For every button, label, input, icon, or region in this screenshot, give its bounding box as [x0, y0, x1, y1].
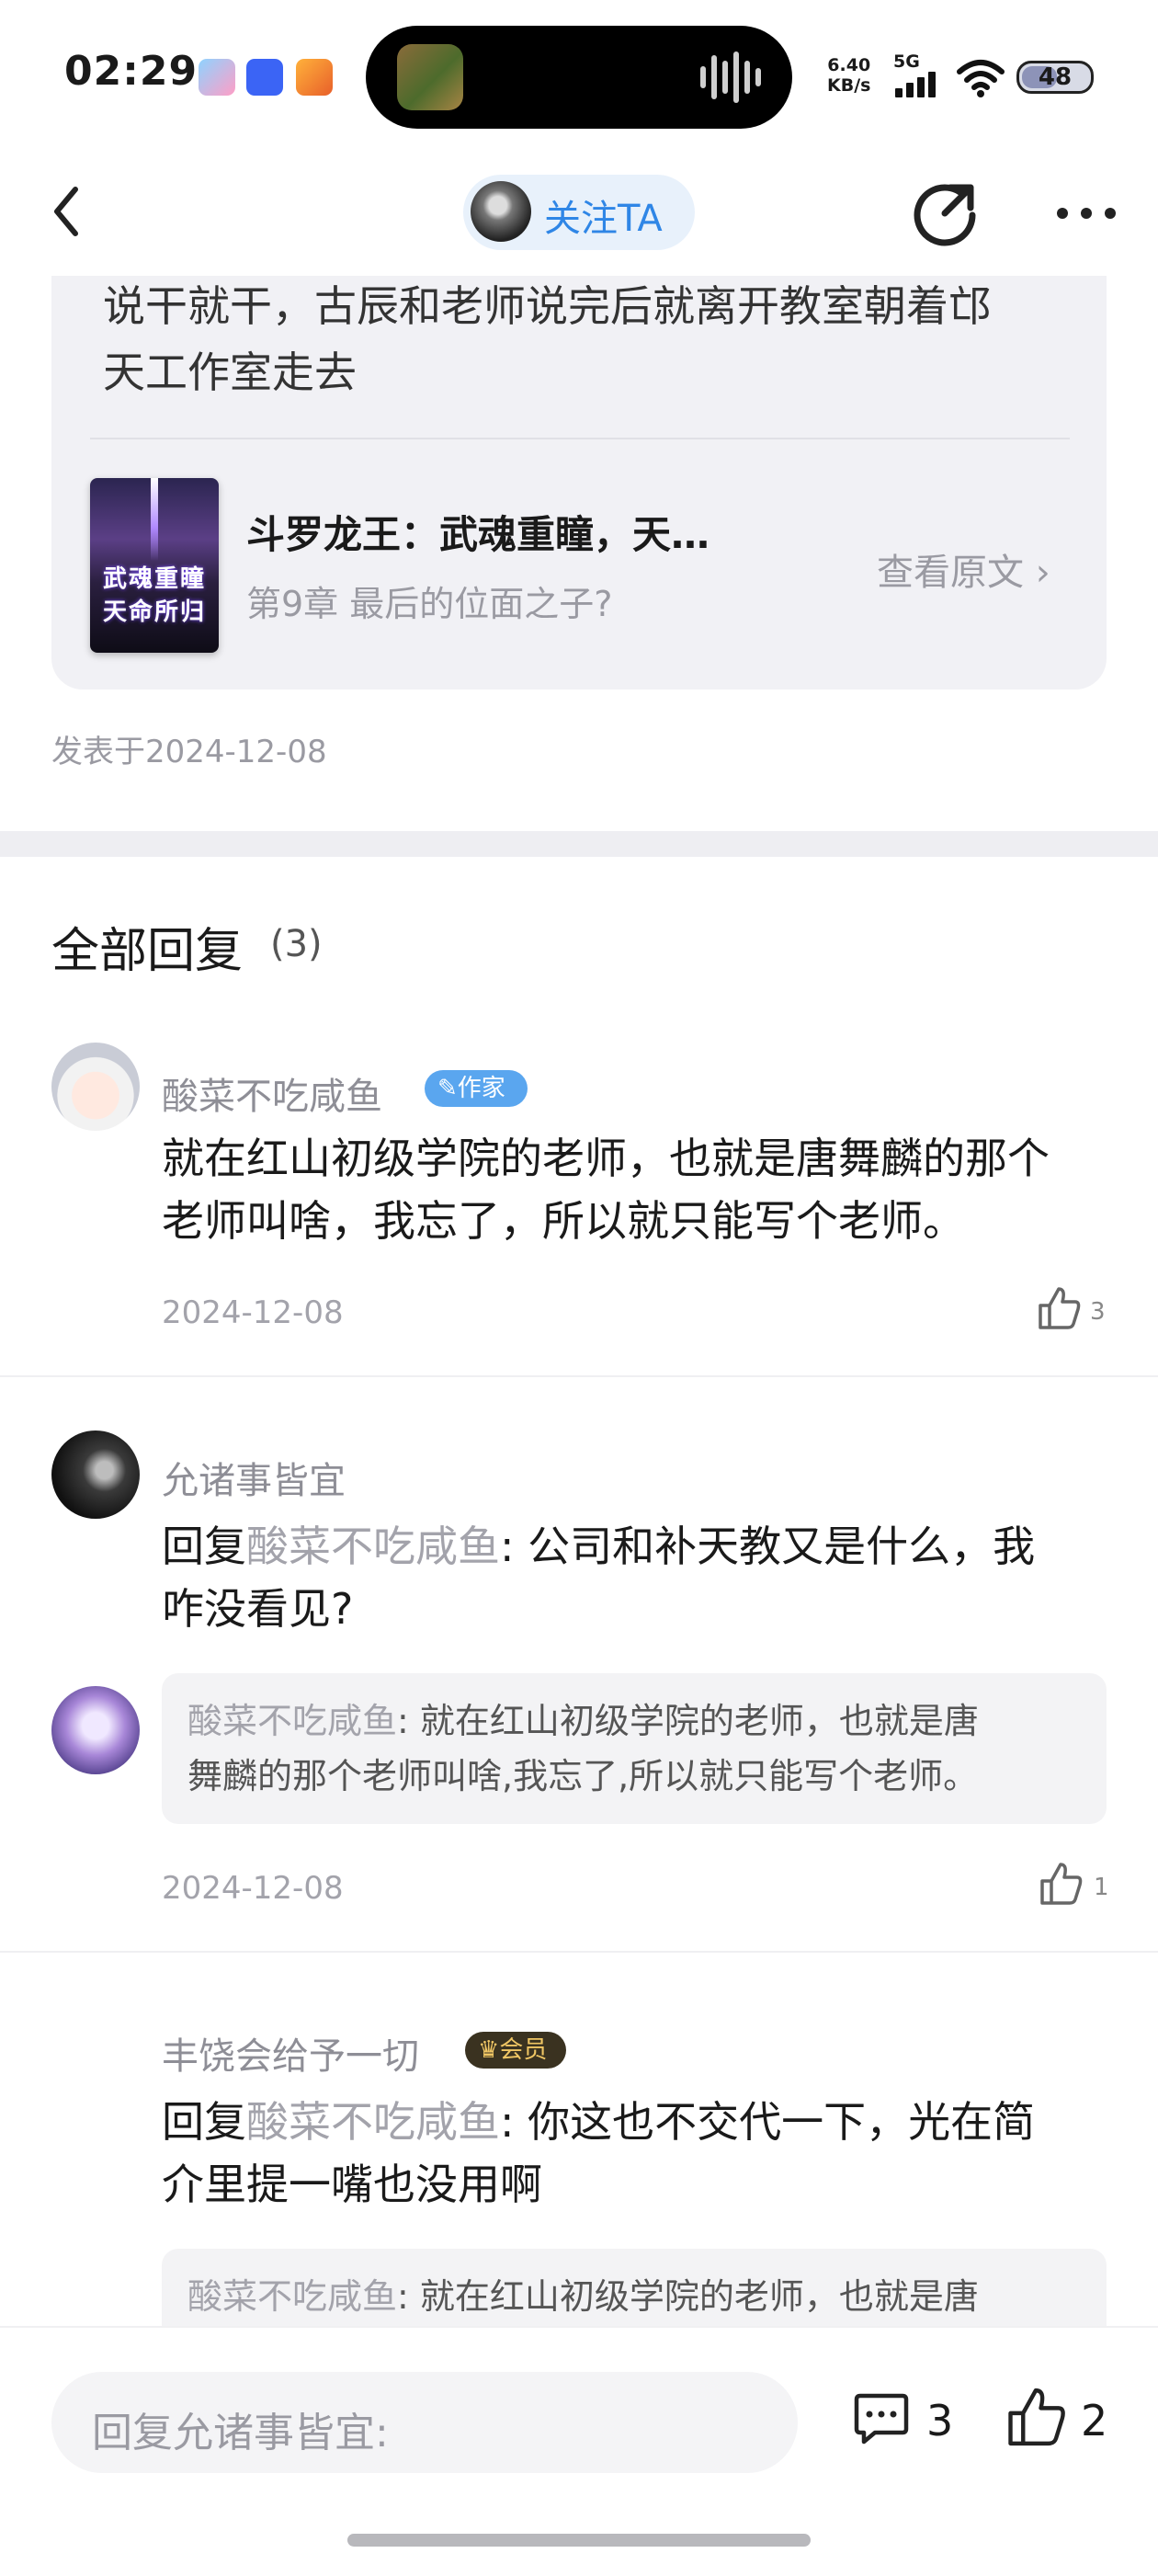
member-badge: ♛会员 [465, 2032, 566, 2069]
like-count: 2 [1081, 2396, 1108, 2445]
quoted-reply-text: 酸菜不吃咸鱼: 就在红山初级学院的老师，也就是唐 舞麟的那个老师叫啥,我忘了,所… [187, 1693, 1088, 1804]
cover-title-line-1: 武魂重瞳 [102, 565, 206, 593]
back-icon[interactable] [48, 182, 85, 241]
reply-username[interactable]: 丰饶会给予一切 [162, 2026, 419, 2080]
like-count: 3 [1090, 1298, 1106, 1326]
reply-separator [0, 1375, 1158, 1377]
quoted-reply-line-1: 酸菜不吃咸鱼: 就在红山初级学院的老师，也就是唐 [187, 2269, 1088, 2324]
reply-text-line-2: 介里提一嘴也没用啊 [162, 2160, 542, 2209]
share-icon[interactable] [910, 177, 983, 250]
quoted-post-line-2: 天工作室走去 [103, 348, 357, 397]
reply-body: : 你这也不交代一下，光在简 [500, 2097, 1036, 2147]
follow-label[interactable]: 关注TA [544, 188, 663, 242]
replies-count: (3) [270, 923, 323, 965]
cover-title-line-2: 天命所归 [102, 598, 206, 626]
like-count: 1 [1094, 1874, 1109, 1901]
reply-text[interactable]: 回复酸菜不吃咸鱼: 公司和补天教又是什么，我 咋没看见? [162, 1515, 1118, 1640]
card-divider [90, 438, 1070, 439]
cover-light-beam [151, 478, 158, 561]
reply-text-line-2: 咋没看见? [162, 1584, 354, 1634]
signal-icon [895, 72, 943, 97]
network-type: 5G [893, 51, 920, 72]
battery-level: 48 [1038, 63, 1073, 91]
reply-username[interactable]: 允诸事皆宜 [162, 1451, 346, 1504]
section-divider [0, 831, 1158, 857]
book-cover[interactable]: 武魂重瞳 天命所归 [90, 478, 219, 653]
network-speed-unit: KB/s [827, 75, 871, 96]
post-date: 发表于2024-12-08 [51, 734, 327, 770]
mention-link[interactable]: 酸菜不吃咸鱼 [246, 1522, 500, 1571]
reply-text-line-1: 就在红山初级学院的老师，也就是唐舞麟的那个 [162, 1134, 1050, 1183]
status-time: 02:29 [64, 48, 199, 95]
book-title[interactable]: 斗罗龙王：武魂重瞳，天… [246, 504, 816, 560]
thumbs-up-icon[interactable] [1005, 2385, 1066, 2449]
mention-link[interactable]: 酸菜不吃咸鱼 [246, 2097, 500, 2147]
comment-icon[interactable] [853, 2390, 910, 2447]
vivo-icon [246, 59, 283, 96]
app-icon-notification-2 [296, 59, 333, 96]
replies-title: 全部回复 [51, 924, 244, 979]
app-icon-notification-1 [199, 59, 235, 96]
reply-input-placeholder[interactable]: 回复允诸事皆宜: [92, 2399, 389, 2458]
reply-prefix: 回复 [162, 2097, 246, 2147]
reply-date: 2024-12-08 [162, 1870, 344, 1907]
member-badge-label: 会员 [499, 2036, 548, 2064]
thumbs-up-icon[interactable] [1037, 1285, 1081, 1331]
avatar[interactable] [51, 1430, 140, 1519]
author-avatar[interactable] [471, 181, 531, 242]
pen-icon: ✎ [437, 1075, 458, 1102]
battery-icon: 48 [1016, 61, 1094, 94]
reply-text-line-1: 回复酸菜不吃咸鱼: 你这也不交代一下，光在简 [162, 2091, 1118, 2153]
reply-text[interactable]: 回复酸菜不吃咸鱼: 你这也不交代一下，光在简 介里提一嘴也没用啊 [162, 2091, 1118, 2216]
quoted-reply-line-2: 舞麟的那个老师叫啥,我忘了,所以就只能写个老师。 [187, 1756, 979, 1796]
thumbs-up-icon[interactable] [1039, 1861, 1083, 1907]
author-badge-label: 作家 [457, 1075, 505, 1102]
quote-body: : 就在红山初级学院的老师，也就是唐 [397, 1701, 979, 1741]
author-badge: ✎作家 [425, 1070, 528, 1107]
reply-text-line-1: 回复酸菜不吃咸鱼: 公司和补天教又是什么，我 [162, 1515, 1118, 1578]
crown-icon: ♛ [478, 2036, 500, 2064]
quoted-reply-text: 酸菜不吃咸鱼: 就在红山初级学院的老师，也就是唐 [187, 2269, 1088, 2324]
comment-count: 3 [926, 2396, 954, 2445]
more-icon[interactable] [1057, 208, 1116, 221]
book-chapter[interactable]: 第9章 最后的位面之子? [246, 576, 612, 626]
avatar[interactable] [51, 1043, 140, 1131]
avatar[interactable] [51, 1686, 140, 1774]
network-speed: 6.40 KB/s [827, 55, 870, 96]
wifi-icon [957, 60, 1005, 97]
reply-text[interactable]: 就在红山初级学院的老师，也就是唐舞麟的那个 老师叫啥，我忘了，所以就只能写个老师… [162, 1127, 1118, 1252]
home-indicator[interactable] [347, 2534, 811, 2547]
reply-text-line-2: 老师叫啥，我忘了，所以就只能写个老师。 [162, 1196, 965, 1246]
reply-body: : 公司和补天教又是什么，我 [500, 1522, 1036, 1571]
quote-user[interactable]: 酸菜不吃咸鱼 [187, 2276, 397, 2317]
reply-separator [0, 1951, 1158, 1953]
network-speed-value: 6.40 [827, 55, 871, 75]
quote-body: : 就在红山初级学院的老师，也就是唐 [397, 2276, 979, 2317]
media-thumbnail [397, 44, 463, 110]
quoted-reply-line-1: 酸菜不吃咸鱼: 就在红山初级学院的老师，也就是唐 [187, 1693, 1088, 1749]
reply-date: 2024-12-08 [162, 1294, 344, 1331]
reply-prefix: 回复 [162, 1522, 246, 1571]
reply-username[interactable]: 酸菜不吃咸鱼 [162, 1066, 382, 1120]
view-original-link[interactable]: 查看原文 › [877, 542, 1050, 596]
quote-user[interactable]: 酸菜不吃咸鱼 [187, 1701, 397, 1741]
book-cover-title: 武魂重瞳 天命所归 [90, 563, 219, 629]
